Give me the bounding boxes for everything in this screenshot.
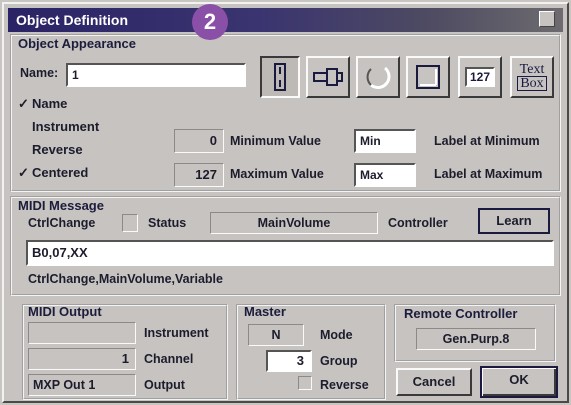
minimum-label-input[interactable]: Min (354, 129, 416, 153)
minimum-value-label: Minimum Value (230, 134, 321, 148)
master-reverse-checkbox[interactable] (298, 376, 312, 390)
number-icon: 127 (464, 67, 496, 87)
fader-icon (313, 68, 343, 86)
title-bar[interactable]: Object Definition (8, 8, 563, 32)
textbox-icon-line2: Box (517, 76, 547, 91)
centered-checkbox-label: Centered (32, 165, 89, 180)
reverse-checkbox[interactable]: Reverse (18, 142, 83, 157)
remote-controller-select[interactable]: Gen.Purp.8 (416, 328, 536, 350)
fader-type-button[interactable] (306, 56, 350, 98)
master-heading: Master (244, 304, 286, 319)
channel-label: Channel (144, 352, 194, 366)
cancel-button[interactable]: Cancel (396, 368, 472, 396)
textbox-icon-line1: Text (519, 62, 545, 77)
slider-icon (274, 63, 286, 91)
knob-icon (366, 66, 391, 89)
window-title: Object Definition (16, 12, 128, 28)
maximum-value-label: Maximum Value (230, 167, 324, 181)
instrument-checkbox-label: Instrument (32, 119, 100, 134)
remote-controller-heading: Remote Controller (404, 306, 518, 321)
maximum-label-input[interactable]: Max (354, 163, 416, 187)
output-select[interactable]: MXP Out 1 (28, 374, 136, 396)
instrument-select[interactable] (28, 322, 136, 344)
reverse-checkbox-label: Reverse (32, 142, 83, 157)
status-label: Status (148, 216, 187, 230)
name-checkbox[interactable]: ✓ Name (18, 96, 67, 112)
message-type-dropdown-icon[interactable] (122, 214, 138, 232)
ok-button[interactable]: OK (480, 366, 558, 398)
step-badge: 2 (192, 4, 228, 40)
checkmark-icon: ✓ (18, 165, 29, 180)
object-definition-dialog: Object Definition 2 Object Appearance Na… (2, 2, 569, 403)
group-label: Group (320, 354, 358, 368)
name-label: Name: (20, 66, 59, 80)
name-checkbox-label: Name (32, 96, 68, 111)
instrument-label: Instrument (144, 326, 209, 340)
minimum-value-field[interactable]: 0 (174, 129, 224, 153)
close-icon[interactable] (539, 11, 555, 27)
maximum-value-field[interactable]: 127 (174, 163, 224, 187)
mode-label: Mode (320, 328, 353, 342)
group-input[interactable]: 3 (266, 350, 312, 372)
object-appearance-heading: Object Appearance (18, 36, 137, 51)
mode-select[interactable]: N (248, 324, 304, 346)
number-type-button[interactable]: 127 (458, 56, 502, 98)
pad-icon (416, 65, 440, 89)
output-label: Output (144, 378, 185, 392)
midi-hex-input[interactable]: B0,07,XX (26, 240, 554, 266)
name-input[interactable]: 1 (66, 63, 246, 87)
label-at-minimum: Label at Minimum (434, 134, 540, 148)
learn-button[interactable]: Learn (478, 208, 550, 234)
centered-checkbox[interactable]: ✓ Centered (18, 165, 88, 181)
instrument-checkbox[interactable]: Instrument (18, 119, 99, 134)
knob-type-button[interactable] (356, 56, 400, 98)
channel-select[interactable]: 1 (28, 348, 136, 370)
message-type-select[interactable]: CtrlChange (28, 216, 95, 230)
midi-description: CtrlChange,MainVolume,Variable (28, 272, 223, 286)
midi-message-heading: MIDI Message (18, 198, 104, 213)
midi-output-heading: MIDI Output (28, 304, 102, 319)
checkmark-icon: ✓ (18, 96, 29, 111)
pad-type-button[interactable] (406, 56, 450, 98)
controller-select[interactable]: MainVolume (210, 212, 378, 234)
label-at-maximum: Label at Maximum (434, 167, 543, 181)
textbox-type-button[interactable]: Text Box (510, 56, 554, 98)
controller-label: Controller (388, 216, 448, 230)
slider-type-button[interactable] (260, 56, 300, 98)
master-reverse-label: Reverse (320, 378, 369, 392)
